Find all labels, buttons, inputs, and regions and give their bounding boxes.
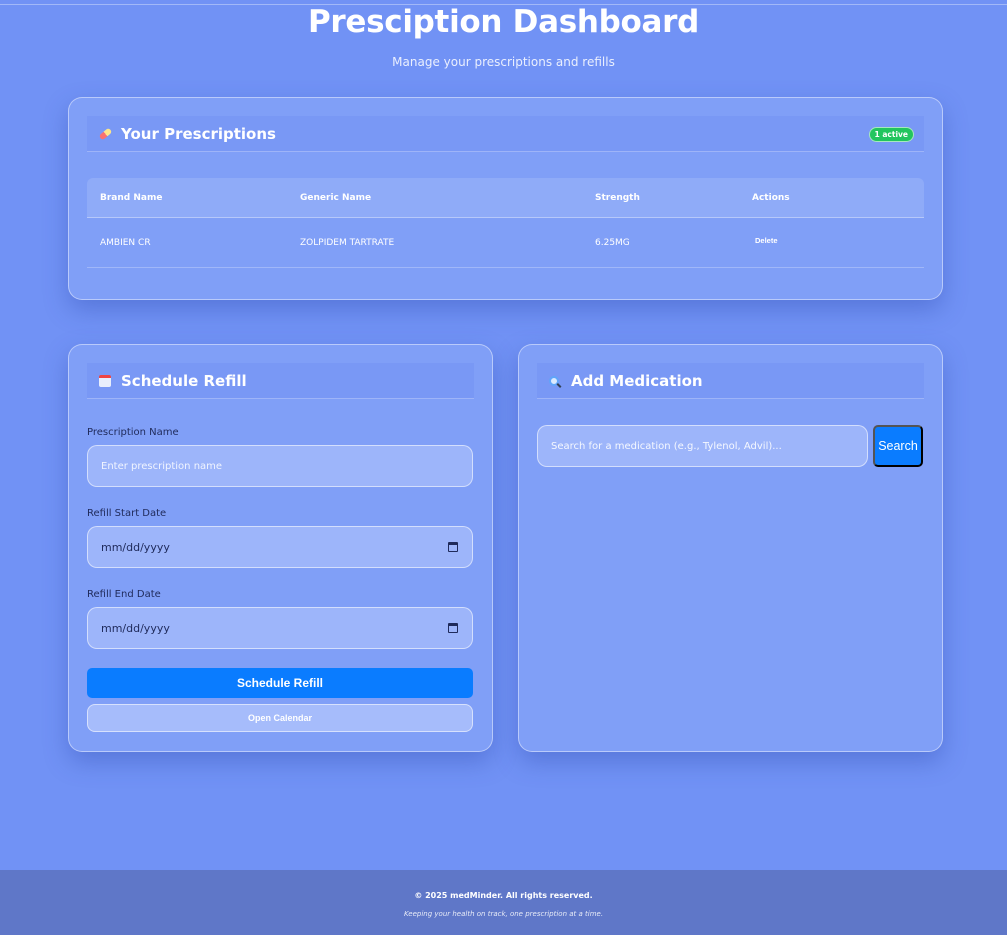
brand-name-cell: AMBIEN CR [100,237,151,248]
active-count-badge: 1 active [868,127,914,142]
column-header-strength: Strength [595,192,640,203]
page-title: Presciption Dashboard [307,4,700,40]
schedule-refill-card-header: Schedule Refill [87,363,474,399]
column-header-actions: Actions [752,192,790,203]
calendar-icon [99,374,121,387]
footer-tagline: Keeping your health on track, one prescr… [403,910,604,918]
prescriptions-table: Brand Name Generic Name Strength Actions… [87,178,924,268]
strength-cell: 6.25MG [595,237,630,248]
schedule-refill-button[interactable]: Schedule Refill [87,668,473,698]
prescription-name-input[interactable]: Enter prescription name [87,445,473,487]
medication-search-placeholder: Search for a medication (e.g., Tylenol, … [551,440,782,452]
generic-name-cell: ZOLPIDEM TARTRATE [300,237,395,248]
prescriptions-title: Your Prescriptions [121,124,276,143]
add-medication-card: Add Medication Search for a medication (… [518,344,943,752]
table-row: AMBIEN CR ZOLPIDEM TARTRATE 6.25MG Delet… [87,218,924,268]
medication-search-input[interactable]: Search for a medication (e.g., Tylenol, … [537,425,868,467]
column-header-generic: Generic Name [300,192,372,203]
footer-copyright: © 2025 medMinder. All rights reserved. [414,891,593,900]
schedule-refill-card: Schedule Refill Prescription Name Enter … [68,344,493,752]
refill-start-date-value: mm/dd/yyyy [101,540,170,554]
prescription-name-placeholder: Enter prescription name [101,460,223,472]
table-header-row: Brand Name Generic Name Strength Actions [87,178,924,218]
page-subtitle: Manage your prescriptions and refills [392,55,615,69]
open-calendar-button[interactable]: Open Calendar [87,704,473,732]
date-picker-icon[interactable] [448,542,458,552]
pill-icon [98,127,121,140]
column-header-brand: Brand Name [100,192,163,203]
prescription-name-label: Prescription Name [87,427,179,438]
search-button[interactable]: Search [873,425,923,467]
magnifier-icon [549,375,571,386]
add-medication-title: Add Medication [571,371,703,390]
refill-end-date-value: mm/dd/yyyy [101,621,170,635]
footer: © 2025 medMinder. All rights reserved. K… [0,870,1007,935]
delete-button[interactable]: Delete [755,236,778,245]
refill-start-date-label: Refill Start Date [87,508,167,519]
prescriptions-card-header: Your Prescriptions 1 active [87,116,924,152]
date-picker-icon[interactable] [448,623,458,633]
schedule-refill-title: Schedule Refill [121,371,247,390]
refill-end-date-label: Refill End Date [87,589,161,600]
refill-end-date-input[interactable]: mm/dd/yyyy [87,607,473,649]
add-medication-card-header: Add Medication [537,363,924,399]
refill-start-date-input[interactable]: mm/dd/yyyy [87,526,473,568]
prescriptions-card: Your Prescriptions 1 active Brand Name G… [68,97,943,300]
